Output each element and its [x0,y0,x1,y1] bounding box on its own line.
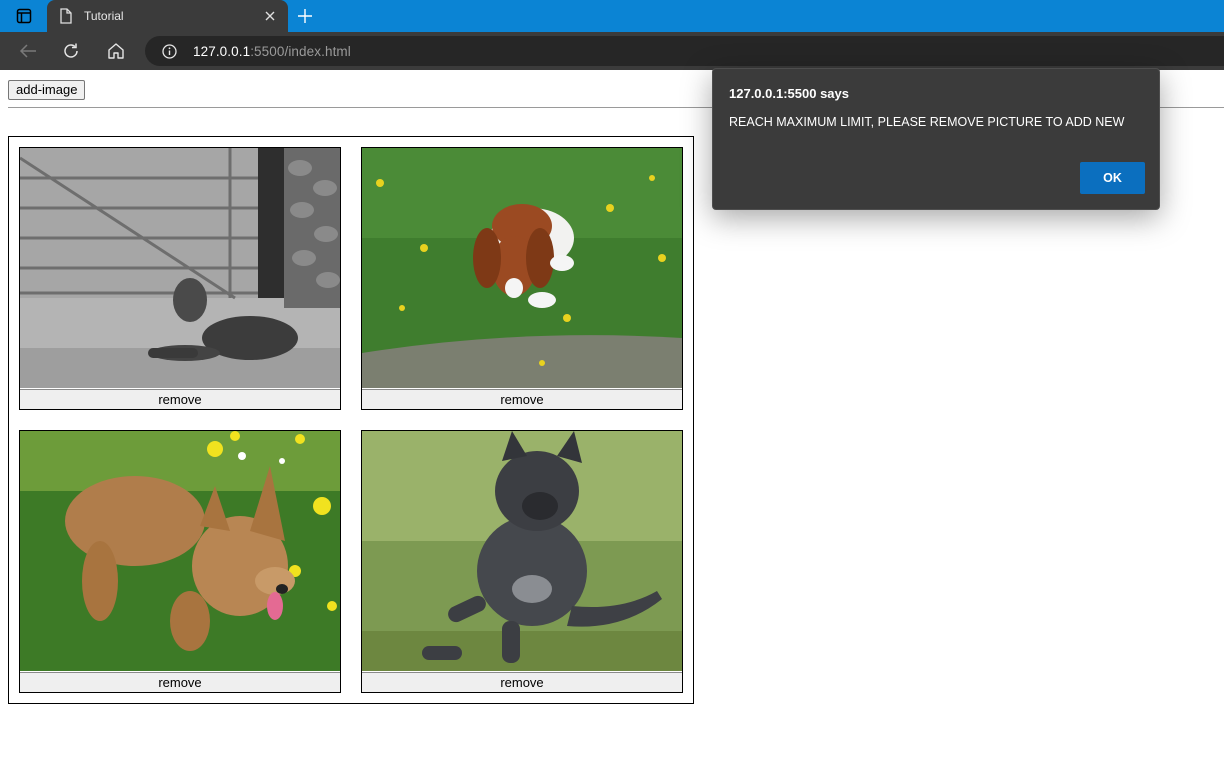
image-card: remove [19,430,341,693]
tab-title: Tutorial [84,9,124,23]
browser-toolbar: 127.0.0.1:5500/index.html [0,32,1224,70]
remove-button[interactable]: remove [362,672,682,692]
tab-close-button[interactable] [262,8,278,24]
dog-photo [20,148,340,388]
info-icon[interactable] [162,44,177,59]
dialog-title: 127.0.0.1:5500 says [729,86,849,101]
add-image-button[interactable]: add-image [8,80,86,100]
image-card: remove [361,147,683,410]
ok-button[interactable]: OK [1080,162,1145,194]
dog-photo [20,431,340,671]
dialog-message: REACH MAXIMUM LIMIT, PLEASE REMOVE PICTU… [729,115,1125,129]
url-text[interactable]: 127.0.0.1:5500/index.html [193,44,351,59]
page-icon [60,8,72,24]
tab-tutorial[interactable]: Tutorial [47,0,288,32]
image-card: remove [19,147,341,410]
tab-actions-menu-button[interactable] [8,4,40,28]
back-button[interactable] [15,39,41,63]
dog-photo [362,148,682,388]
image-gallery: remove remove remove remove [8,136,694,704]
back-arrow-icon [19,44,36,58]
remove-button[interactable]: remove [20,672,340,692]
url-path: :5500/index.html [250,44,351,59]
alert-dialog: 127.0.0.1:5500 says REACH MAXIMUM LIMIT,… [712,68,1160,210]
close-icon [265,11,275,21]
plus-icon [298,9,312,23]
url-host: 127.0.0.1 [193,44,251,59]
tab-actions-icon [16,8,32,24]
dog-photo [362,431,682,671]
new-tab-button[interactable] [293,5,317,27]
tab-strip: Tutorial [0,0,1224,32]
remove-button[interactable]: remove [362,389,682,409]
remove-button[interactable]: remove [20,389,340,409]
home-button[interactable] [103,39,129,63]
refresh-icon [64,43,78,58]
refresh-button[interactable] [58,39,84,63]
home-icon [108,43,124,59]
image-card: remove [361,430,683,693]
address-bar[interactable]: 127.0.0.1:5500/index.html [145,36,1224,66]
